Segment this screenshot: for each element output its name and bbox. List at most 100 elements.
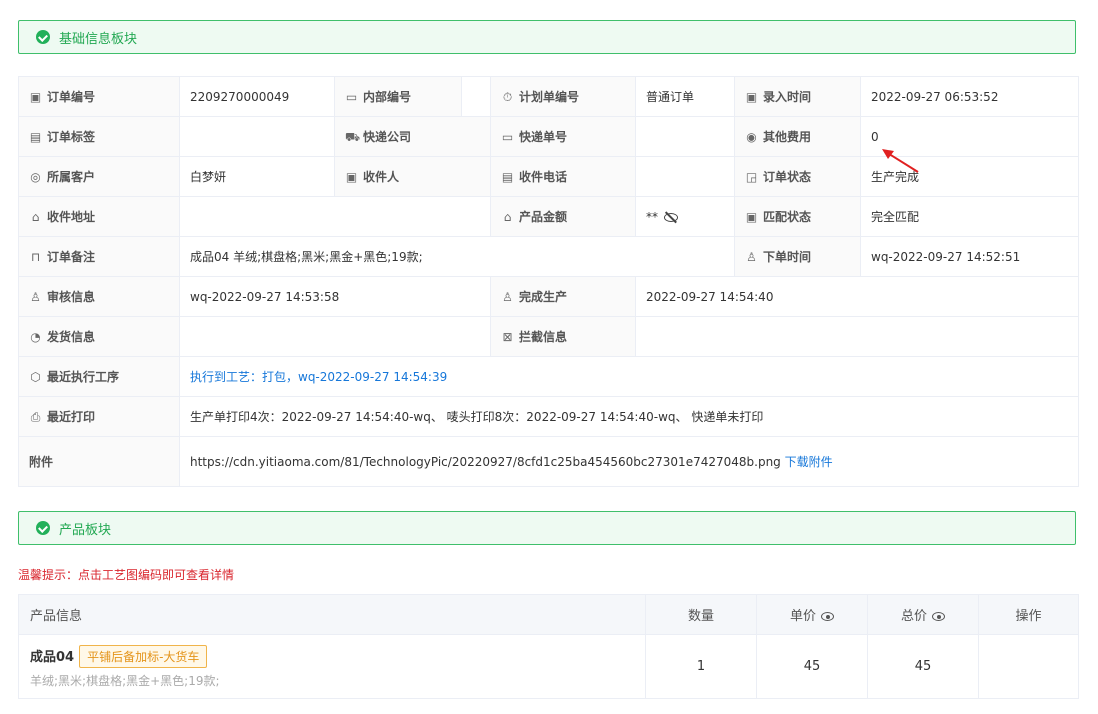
col-ops: 操作 <box>978 594 1079 635</box>
chart-icon: ▤ <box>29 130 42 144</box>
compass-icon: ◔ <box>30 330 41 344</box>
recent-process-link[interactable]: 执行到工艺：打包，wq-2022-09-27 14:54:39 <box>190 370 447 384</box>
col-product-info: 产品信息 <box>18 594 646 635</box>
table-row: ⌂ 收件地址 ⌂ 产品金额 ** ▣ 匹配状态 完全匹配 <box>18 196 1079 237</box>
table-row: ♙ 审核信息 wq-2022-09-27 14:53:58 ♙ 完成生产 2022-… <box>18 276 1079 317</box>
cast-icon: ◲ <box>745 170 758 184</box>
internal-no-value <box>461 76 491 117</box>
section-title: 基础信息板块 <box>59 31 138 47</box>
product-desc: 羊绒;黑米;棋盘格;黑金+黑色;19款; <box>30 673 220 688</box>
tracking-label: ▭ 快递单号 <box>490 116 636 157</box>
eye-icon[interactable] <box>821 612 834 621</box>
ship-value <box>179 316 491 357</box>
portrait-icon: ▣ <box>745 90 758 104</box>
product-amount-value: ** <box>635 196 735 237</box>
eye-icon[interactable] <box>932 612 945 621</box>
settings-icon: ⬡ <box>30 370 41 384</box>
order-no-value: 2209270000049 <box>179 76 335 117</box>
user-icon: ♙ <box>746 250 757 264</box>
table-row: ▣ 订单编号 2209270000049 ▭ 内部编号 ⏱ 计划单编号 普通订单 ▣ 录… <box>18 76 1079 117</box>
receiver-phone-value <box>635 156 735 197</box>
plan-no-value: 普通订单 <box>635 76 735 117</box>
printer-icon: ⎙ <box>30 410 41 424</box>
done-value: 2022-09-27 14:54:40 <box>635 276 1079 317</box>
receiver-label: ▣ 收件人 <box>334 156 491 197</box>
address-value <box>179 196 491 237</box>
match-status-label: ▣ 匹配状态 <box>734 196 861 237</box>
attachment-url: https://cdn.yitiaoma.com/81/TechnologyPi… <box>190 455 781 469</box>
order-tag-label: ▤ 订单标签 <box>18 116 180 157</box>
table-row: ⊓ 订单备注 成品04 羊绒;棋盘格;黑米;黑金+黑色;19款; ♙ 下单时间 wq… <box>18 236 1079 277</box>
intercept-label: ⊠ 拦截信息 <box>490 316 636 357</box>
customer-label: ◎ 所属客户 <box>18 156 180 197</box>
intercept-icon: ⊠ <box>502 330 513 344</box>
product-info-cell: 成品04 平铺后备加标-大货车 羊绒;黑米;棋盘格;黑金+黑色;19款; <box>18 634 646 699</box>
download-attachment-link[interactable]: 下载附件 <box>785 455 833 469</box>
record-icon: ◉ <box>746 130 757 144</box>
section-title: 产品板块 <box>59 522 112 538</box>
table-row: ⬡ 最近执行工序 执行到工艺：打包，wq-2022-09-27 14:54:39 <box>18 356 1079 397</box>
order-no-label: ▣ 订单编号 <box>18 76 180 117</box>
eye-off-icon[interactable] <box>664 212 678 222</box>
basic-info-table: ▣ 订单编号 2209270000049 ▭ 内部编号 ⏱ 计划单编号 普通订单 ▣ 录… <box>18 76 1079 487</box>
table-header-row: 产品信息 数量 单价 总价 操作 <box>18 594 1079 635</box>
internal-no-label: ▭ 内部编号 <box>334 76 462 117</box>
ops-cell <box>978 634 1079 699</box>
truck-icon: ⛟ <box>345 129 361 144</box>
window-icon: ▭ <box>345 90 358 104</box>
portrait-icon: ▣ <box>345 170 358 184</box>
bookmark-icon: ⊓ <box>30 250 41 264</box>
order-time-label: ♙ 下单时间 <box>734 236 861 277</box>
check-circle-icon <box>36 30 50 44</box>
remark-label: ⊓ 订单备注 <box>18 236 180 277</box>
table-row: ◔ 发货信息 ⊠ 拦截信息 <box>18 316 1079 357</box>
shop-icon: ⌂ <box>31 210 40 224</box>
col-total-price: 总价 <box>867 594 979 635</box>
user-circle-icon: ◎ <box>30 170 41 184</box>
order-time-value: wq-2022-09-27 14:52:51 <box>860 236 1079 277</box>
hint-text: 温馨提示：点击工艺图编码即可查看详情 <box>18 568 235 582</box>
entry-time-label: ▣ 录入时间 <box>734 76 861 117</box>
attachment-label: 附件 <box>18 436 180 487</box>
attachment-value: https://cdn.yitiaoma.com/81/TechnologyPi… <box>179 436 1079 487</box>
window-icon: ▭ <box>501 130 514 144</box>
user-icon: ♙ <box>502 290 513 304</box>
col-unit-price: 单价 <box>756 594 868 635</box>
plan-no-label: ⏱ 计划单编号 <box>490 76 636 117</box>
product-name: 成品04 <box>30 649 75 665</box>
intercept-value <box>635 316 1079 357</box>
timer-icon: ⏱ <box>502 90 513 104</box>
product-tag: 平铺后备加标-大货车 <box>79 644 208 668</box>
total-price-cell: 45 <box>867 634 979 699</box>
user-icon: ♙ <box>30 290 41 304</box>
tracking-value <box>635 116 735 157</box>
table-row: 附件 https://cdn.yitiaoma.com/81/Technolog… <box>18 436 1079 487</box>
recent-print-value: 生产单打印4次：2022-09-27 14:54:40-wq、 唛头打印8次：2… <box>179 396 1079 437</box>
table-row: ⎙ 最近打印 生产单打印4次：2022-09-27 14:54:40-wq、 唛头… <box>18 396 1079 437</box>
receiver-phone-label: ▤ 收件电话 <box>490 156 636 197</box>
product-table: 产品信息 数量 单价 总价 操作 成品04 平铺后备加标-大货车 羊绒;黑米;棋盘… <box>18 594 1079 699</box>
shop-icon: ⌂ <box>503 210 512 224</box>
done-label: ♙ 完成生产 <box>490 276 636 317</box>
other-fee-label: ◉ 其他费用 <box>734 116 861 157</box>
product-amount-label: ⌂ 产品金额 <box>490 196 636 237</box>
order-status-label: ◲ 订单状态 <box>734 156 861 197</box>
recent-process-label: ⬡ 最近执行工序 <box>18 356 180 397</box>
check-circle-icon <box>36 521 50 535</box>
qty-cell: 1 <box>645 634 757 699</box>
courier-label: ⛟ 快递公司 <box>334 116 491 157</box>
target-icon: ▣ <box>745 210 758 224</box>
recent-process-value: 执行到工艺：打包，wq-2022-09-27 14:54:39 <box>179 356 1079 397</box>
audit-label: ♙ 审核信息 <box>18 276 180 317</box>
document-icon: ▤ <box>501 170 514 184</box>
audit-value: wq-2022-09-27 14:53:58 <box>179 276 491 317</box>
table-row: 成品04 平铺后备加标-大货车 羊绒;黑米;棋盘格;黑金+黑色;19款; 1 45… <box>18 634 1079 699</box>
window-icon: ▣ <box>29 90 42 104</box>
remark-value: 成品04 羊绒;棋盘格;黑米;黑金+黑色;19款; <box>179 236 735 277</box>
product-section-header: 产品板块 <box>18 511 1076 545</box>
recent-print-label: ⎙ 最近打印 <box>18 396 180 437</box>
basic-info-section-header: 基础信息板块 <box>18 20 1076 54</box>
annotation-arrow <box>882 149 919 173</box>
entry-time-value: 2022-09-27 06:53:52 <box>860 76 1079 117</box>
ship-label: ◔ 发货信息 <box>18 316 180 357</box>
